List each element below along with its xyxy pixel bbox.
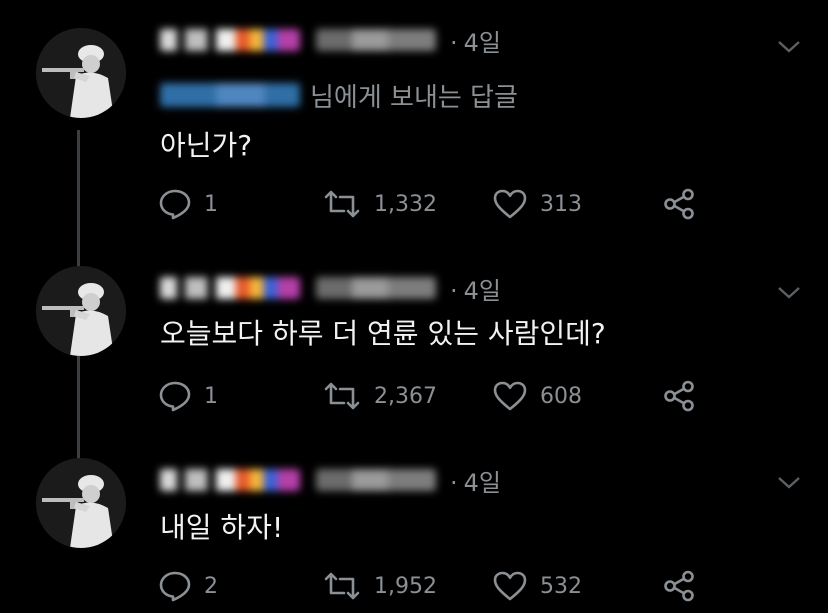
avatar[interactable]: [36, 266, 126, 356]
user-display-name[interactable]: [160, 277, 300, 299]
tweet[interactable]: · 4일 오늘보다 하루 더 연륜 있는 사람인데? 1 2,367 608: [0, 250, 828, 450]
user-display-name[interactable]: [160, 29, 300, 51]
tweet-header: · 4일: [160, 270, 501, 306]
retweet-icon: [324, 572, 360, 600]
tweet-actions: 1 2,367 608: [158, 378, 718, 414]
tweet[interactable]: · 4일 내일 하자! 2 1,952 532: [0, 450, 828, 613]
like-icon: [493, 571, 527, 601]
user-handle[interactable]: [316, 277, 436, 299]
reply-mention[interactable]: [160, 83, 300, 107]
like-icon: [493, 189, 527, 219]
like-count: 313: [540, 191, 582, 217]
like-icon: [493, 381, 527, 411]
reply-button[interactable]: 1: [158, 186, 218, 222]
user-handle[interactable]: [316, 29, 436, 51]
reply-icon: [159, 189, 191, 220]
retweet-count: 1,332: [374, 191, 437, 217]
avatar[interactable]: [36, 458, 126, 548]
chevron-down-icon[interactable]: [776, 472, 802, 492]
share-button[interactable]: [662, 568, 696, 604]
share-button[interactable]: [662, 186, 696, 222]
separator: ·: [450, 28, 458, 57]
reply-count: 2: [204, 573, 218, 599]
chevron-down-icon[interactable]: [776, 282, 802, 302]
tweet-header: · 4일: [160, 22, 501, 58]
share-icon: [664, 380, 694, 412]
share-icon: [664, 188, 694, 220]
like-button[interactable]: 532: [492, 568, 582, 604]
time-text: 4일: [463, 468, 501, 497]
retweet-button[interactable]: 1,952: [322, 568, 437, 604]
tweet-text: 오늘보다 하루 더 연륜 있는 사람인데?: [160, 317, 606, 350]
retweet-count: 1,952: [374, 573, 437, 599]
tweet-time[interactable]: · 4일: [450, 463, 501, 498]
tweet-actions: 2 1,952 532: [158, 568, 718, 604]
like-button[interactable]: 313: [492, 186, 582, 222]
share-icon: [664, 570, 694, 602]
reply-count: 1: [204, 191, 218, 217]
avatar[interactable]: [36, 28, 126, 118]
tweet-time[interactable]: · 4일: [450, 271, 501, 306]
avatar-image: [36, 458, 126, 548]
retweet-button[interactable]: 1,332: [322, 186, 437, 222]
separator: ·: [450, 276, 458, 305]
time-text: 4일: [463, 276, 501, 305]
tweet-time[interactable]: · 4일: [450, 23, 501, 58]
reply-to-line: 님에게 보내는 답글: [160, 78, 518, 113]
reply-icon: [159, 381, 191, 412]
separator: ·: [450, 468, 458, 497]
reply-button[interactable]: 2: [158, 568, 218, 604]
avatar-image: [36, 266, 126, 356]
time-text: 4일: [463, 28, 501, 57]
tweet-actions: 1 1,332 313: [158, 186, 718, 222]
reply-count: 1: [204, 383, 218, 409]
share-button[interactable]: [662, 378, 696, 414]
avatar-image: [36, 28, 126, 118]
tweet-text: 아닌가?: [160, 129, 253, 162]
chevron-down-icon[interactable]: [776, 36, 802, 56]
user-handle[interactable]: [316, 469, 436, 491]
like-button[interactable]: 608: [492, 378, 582, 414]
reply-icon: [159, 571, 191, 602]
reply-button[interactable]: 1: [158, 378, 218, 414]
tweet-header: · 4일: [160, 462, 501, 498]
reply-to-label: 님에게 보내는 답글: [310, 82, 518, 113]
tweet[interactable]: · 4일 님에게 보내는 답글 아닌가? 1 1,332 313: [0, 0, 828, 250]
tweet-text: 내일 하자!: [160, 511, 284, 544]
retweet-button[interactable]: 2,367: [322, 378, 437, 414]
user-display-name[interactable]: [160, 469, 300, 491]
retweet-icon: [324, 190, 360, 218]
like-count: 532: [540, 573, 582, 599]
retweet-icon: [324, 382, 360, 410]
retweet-count: 2,367: [374, 383, 437, 409]
like-count: 608: [540, 383, 582, 409]
